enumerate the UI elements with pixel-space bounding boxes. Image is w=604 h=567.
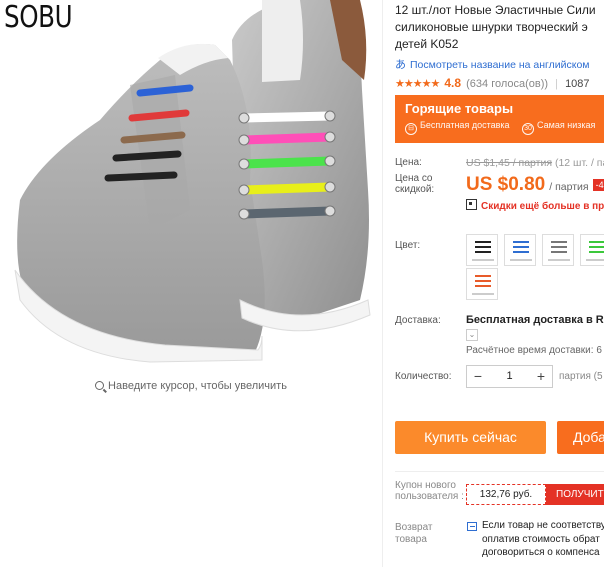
orange-color-option[interactable]: [466, 268, 498, 300]
magnifier-icon: [95, 381, 105, 390]
quantity-label: Количество:: [395, 371, 452, 382]
free-shipping-text: Бесплатная доставка: [420, 120, 510, 130]
lowest-price-text: Самая низкая: [537, 120, 596, 130]
lowest-price-feature: 30 Самая низкая: [522, 120, 596, 135]
shipping-icon: ⊟: [405, 123, 417, 135]
price-label: Цена:: [395, 157, 422, 168]
lace-line: [475, 251, 491, 253]
votes-count[interactable]: (634 голоса(ов)): [466, 78, 548, 90]
product-details: 12 шт./лот Новые Эластичные Сили силикон…: [382, 0, 604, 567]
brand-logo: SOBU: [4, 0, 73, 35]
returns-policy-icon: [467, 522, 477, 531]
shipping-method[interactable]: Бесплатная доставка в Russ: [466, 314, 604, 326]
original-price-extra: (12 шт. / па: [554, 157, 604, 169]
blue-color-option[interactable]: [504, 234, 536, 266]
shipping-label: Доставка:: [395, 315, 441, 326]
lace-line: [589, 241, 604, 243]
rating-separator: |: [555, 78, 558, 90]
lace-line: [589, 246, 604, 248]
returns-line1: Если товар не соответству: [482, 520, 604, 531]
discount-price: US $0.80/ партия -4: [466, 174, 604, 196]
quantity-increase-button[interactable]: +: [530, 366, 552, 387]
chevron-down-icon[interactable]: ⌄: [466, 329, 478, 341]
returns-label: Возврат товара: [395, 522, 433, 545]
returns-line3: договориться о компенса: [482, 547, 600, 558]
swatch-caption: [472, 293, 494, 295]
quantity-input[interactable]: 1: [489, 366, 530, 387]
translate-link-text: Посмотреть название на английском: [410, 59, 590, 71]
qr-code-icon: [466, 199, 477, 210]
original-price-value: US $1,45 / партия: [466, 157, 553, 169]
lace-line: [475, 241, 491, 243]
lace-line: [475, 246, 491, 248]
coupon-amount: 132,76 руб.: [466, 484, 546, 505]
lace-line: [551, 251, 567, 253]
swatch-caption: [586, 259, 604, 261]
color-label: Цвет:: [395, 240, 421, 251]
green-color-option[interactable]: [580, 234, 604, 266]
lace-line: [589, 251, 604, 253]
rating-value: 4.8: [444, 76, 462, 90]
rating-stars: ★★★★★: [395, 78, 440, 90]
product-title-line2: силиконовые шнурки творческий э: [395, 20, 588, 34]
new-user-coupon-label: Купон нового пользователя :: [395, 480, 464, 502]
delivery-estimate: Расчётное время доставки: 6: [466, 345, 602, 356]
swatch-caption: [510, 259, 532, 261]
product-title-line3: детей K052: [395, 37, 459, 51]
lace-line: [513, 241, 529, 243]
discount-badge: -4: [592, 179, 604, 191]
lace-line: [475, 285, 491, 287]
promo-features: ⊟ Бесплатная доставка 30 Самая низкая: [405, 120, 604, 135]
lace-line: [551, 241, 567, 243]
get-coupon-button[interactable]: ПОЛУЧИТЬ: [546, 484, 604, 505]
lace-line: [513, 251, 529, 253]
discount-price-value: US $0.80: [466, 174, 546, 195]
product-gallery: SOBU Наведите курсор, чтобы увеличить: [0, 0, 382, 567]
thirty-days-icon: 30: [522, 123, 535, 135]
gray-color-option[interactable]: [542, 234, 574, 266]
returns-policy-text: Если товар не соответству оплатив стоимо…: [482, 519, 604, 560]
zoom-hint: Наведите курсор, чтобы увеличить: [0, 380, 382, 392]
zoom-hint-text: Наведите курсор, чтобы увеличить: [108, 380, 287, 392]
swatch-caption: [548, 259, 570, 261]
product-photo-shoes: [0, 0, 382, 365]
promo-title: Горящие товары: [405, 101, 514, 116]
translate-title-link[interactable]: あ Посмотреть название на английском: [395, 56, 604, 72]
app-discount-text: Скидки ещё больше в при: [481, 201, 604, 212]
rating-row: ★★★★★ 4.8 (634 голоса(ов)) | 1087: [395, 76, 604, 90]
quantity-decrease-button[interactable]: −: [467, 366, 489, 387]
free-shipping-feature: ⊟ Бесплатная доставка: [405, 120, 510, 135]
swatch-caption: [472, 259, 494, 261]
lace-line: [475, 280, 491, 282]
original-price: US $1,45 / партия (12 шт. / па: [466, 157, 604, 169]
product-title: 12 шт./лот Новые Эластичные Сили силикон…: [395, 2, 604, 53]
add-to-cart-button[interactable]: Доба: [557, 421, 604, 454]
quantity-available: партия (5: [559, 371, 603, 382]
app-discount-link[interactable]: Скидки ещё больше в при: [466, 199, 604, 212]
divider: [395, 471, 604, 472]
lace-line: [513, 246, 529, 248]
price-unit: / партия: [549, 181, 589, 193]
black-color-option[interactable]: [466, 234, 498, 266]
quantity-stepper: − 1 +: [466, 365, 553, 388]
lace-line: [551, 246, 567, 248]
orders-count: 1087: [565, 78, 590, 90]
discount-price-label: Цена со скидкой:: [395, 173, 435, 195]
translate-icon: あ: [395, 59, 406, 71]
hot-deals-banner: Горящие товары ⊟ Бесплатная доставка 30 Са…: [395, 95, 604, 143]
lace-line: [475, 275, 491, 277]
product-image[interactable]: [0, 0, 382, 365]
product-title-line1: 12 шт./лот Новые Эластичные Сили: [395, 3, 596, 17]
buy-now-button[interactable]: Купить сейчас: [395, 421, 546, 454]
returns-line2: оплатив стоимость обрат: [482, 533, 600, 545]
